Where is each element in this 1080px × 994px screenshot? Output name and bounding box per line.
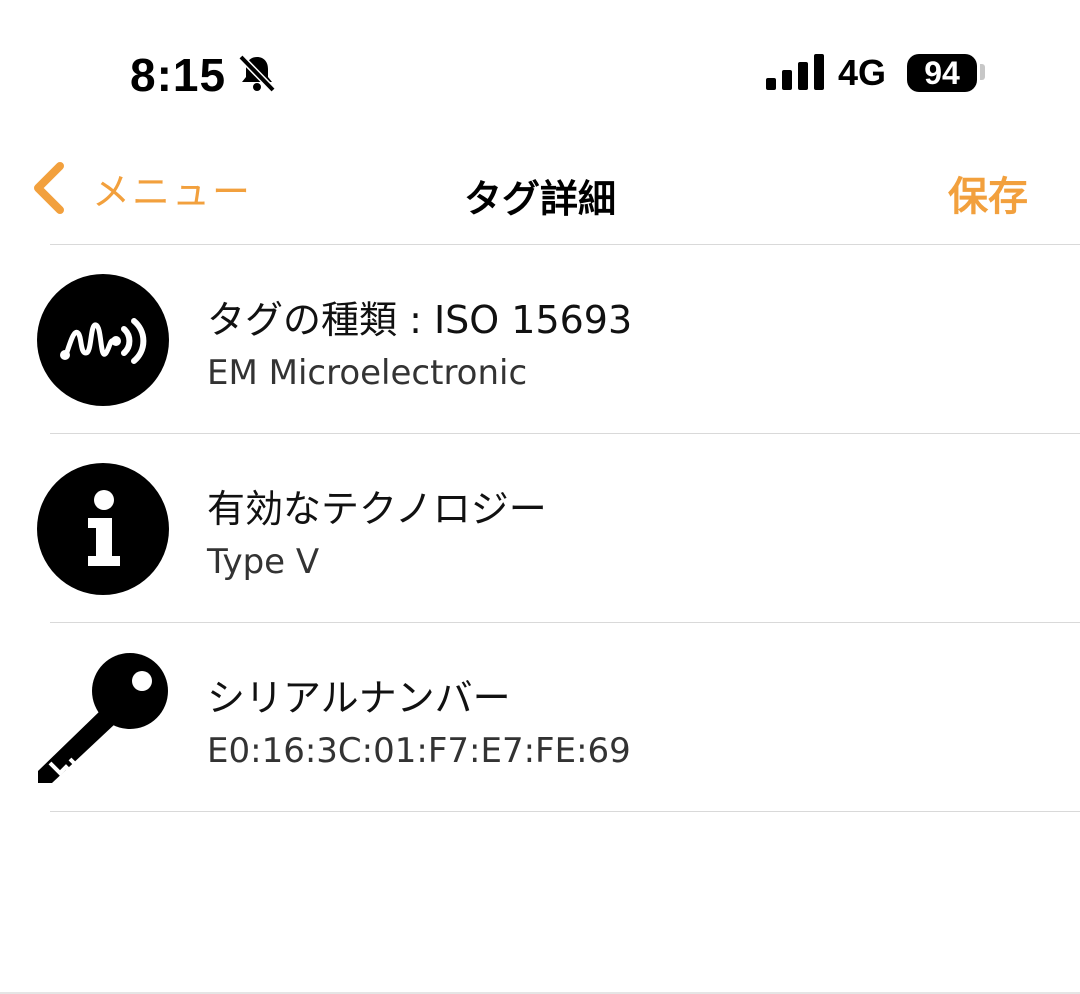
nfc-wave-icon (37, 274, 169, 406)
battery-indicator: 94 (907, 54, 977, 92)
row-subtitle: Type V (207, 542, 320, 582)
key-icon (38, 653, 168, 783)
row-divider (50, 811, 1080, 812)
status-bar: 8:15 4G 94 (0, 0, 1080, 140)
list-item-serial-number[interactable]: シリアルナンバー E0:16:3C:01:F7:E7:FE:69 (0, 623, 1080, 812)
row-title: 有効なテクノロジー (207, 487, 547, 531)
list-item-tag-type[interactable]: タグの種類 : ISO 15693 EM Microelectronic (0, 245, 1080, 434)
bell-slash-icon (238, 54, 276, 93)
status-time: 8:15 (130, 49, 227, 101)
row-title: シリアルナンバー (207, 676, 511, 720)
tag-detail-list: タグの種類 : ISO 15693 EM Microelectronic 有効な… (0, 245, 1080, 812)
row-subtitle: EM Microelectronic (207, 353, 528, 393)
list-item-technology[interactable]: 有効なテクノロジー Type V (0, 434, 1080, 623)
page-title: タグ詳細 (463, 177, 616, 221)
info-icon (37, 463, 169, 595)
nav-bar: メニュー タグ詳細 保存 (0, 140, 1080, 245)
network-type: 4G (838, 52, 887, 93)
row-subtitle: E0:16:3C:01:F7:E7:FE:69 (207, 731, 631, 771)
row-title: タグの種類 : ISO 15693 (207, 298, 633, 342)
battery-cap (980, 64, 985, 80)
screen: 8:15 4G 94 メニュー タグ詳細 保存 タグの種類: ISO 1569… (0, 0, 1080, 994)
signal-strength-icon (766, 54, 824, 90)
save-button[interactable]: 保存 (948, 164, 1028, 222)
